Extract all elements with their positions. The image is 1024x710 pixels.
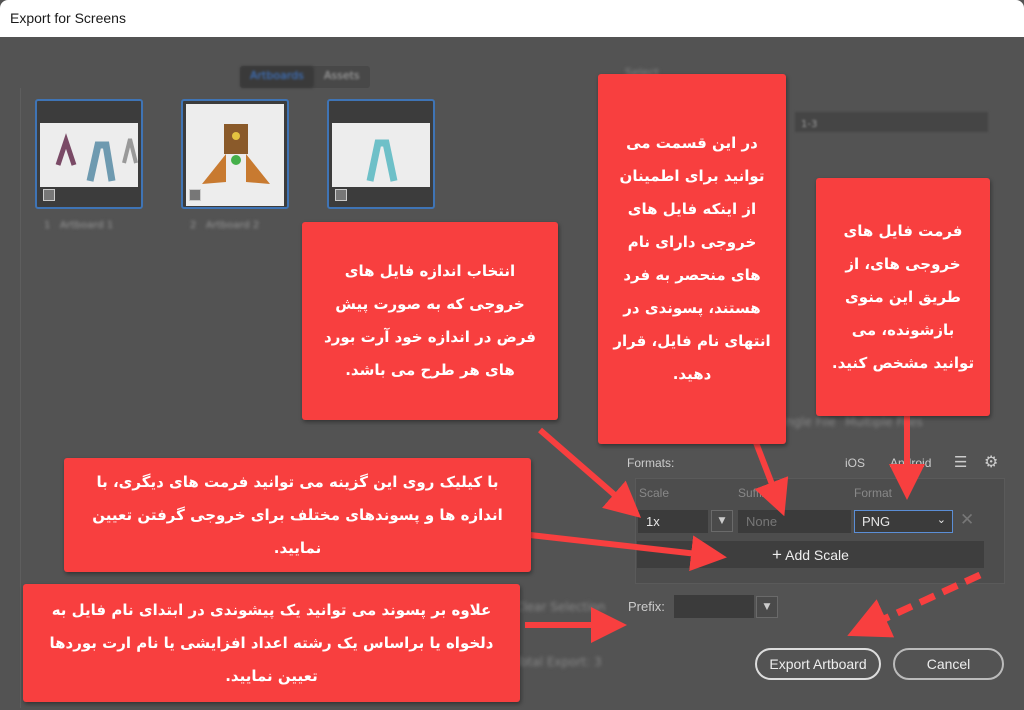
total-export-label: Total Export: 3 xyxy=(515,655,602,669)
tab-assets[interactable]: Assets xyxy=(314,66,370,88)
scale-column-header: Scale xyxy=(639,486,670,500)
format-column-header: Format xyxy=(854,486,893,500)
callout-prefix: علاوه بر پسوند می توانید یک پیشوندی در ا… xyxy=(23,584,520,702)
tab-artboards[interactable]: Artboards xyxy=(240,66,314,88)
title-bar: Export for Screens xyxy=(0,0,1024,37)
cancel-button[interactable]: Cancel xyxy=(893,648,1004,680)
callout-scale: انتخاب اندازه فایل های خروجی که به صورت … xyxy=(302,222,558,420)
artboard-thumbnail[interactable] xyxy=(327,99,435,209)
artboard-preview-icon xyxy=(366,139,398,182)
suffix-input[interactable]: None xyxy=(738,510,851,533)
artboard-checkbox[interactable] xyxy=(43,189,55,201)
formats-label: Formats: xyxy=(627,456,675,470)
prefix-label: Prefix: xyxy=(628,599,665,614)
artboard-thumbnail[interactable] xyxy=(35,99,143,209)
prefix-input[interactable] xyxy=(674,595,754,618)
artboard-preview-icon xyxy=(55,133,138,182)
plus-icon: + xyxy=(772,545,782,564)
scale-input[interactable]: 1x xyxy=(638,510,708,533)
prefix-dropdown-button[interactable]: ▼ xyxy=(756,596,778,618)
range-field[interactable]: 1-3 xyxy=(795,112,988,132)
format-select[interactable]: PNG ⌄ xyxy=(854,510,953,533)
callout-format: فرمت فایل های خروجی های، از طریق این منو… xyxy=(816,178,990,416)
chevron-down-icon: ⌄ xyxy=(936,514,946,526)
ios-preset[interactable]: iOS xyxy=(845,456,865,470)
list-icon[interactable]: ☰ xyxy=(954,453,967,471)
callout-add-scale: با کیلیک روی این گزینه می توانید فرمت ها… xyxy=(64,458,531,572)
android-preset[interactable]: Android xyxy=(890,456,931,470)
artboard-label: 1 Artboard 1 xyxy=(44,220,114,231)
artboard-label: 2 Artboard 2 xyxy=(190,220,260,231)
export-artboard-button[interactable]: Export Artboard xyxy=(755,648,881,680)
clear-selection-link[interactable]: Clear Selection xyxy=(515,600,606,614)
window-title: Export for Screens xyxy=(10,10,126,26)
tab-bar: Artboards Assets xyxy=(240,66,370,88)
gear-icon[interactable]: ⚙ xyxy=(984,452,998,471)
callout-suffix: در این قسمت می توانید برای اطمینان از ای… xyxy=(598,74,786,444)
artboard-checkbox[interactable] xyxy=(335,189,347,201)
multiple-files-option[interactable]: Multiple Files xyxy=(845,415,923,429)
artboard-preview-icon xyxy=(202,124,270,184)
remove-format-icon[interactable]: ✕ xyxy=(960,510,974,530)
scale-dropdown-button[interactable]: ▼ xyxy=(711,510,733,532)
artboard-thumbnail[interactable] xyxy=(181,99,289,209)
artboard-checkbox[interactable] xyxy=(189,189,201,201)
suffix-column-header: Suffix xyxy=(738,486,768,500)
add-scale-button[interactable]: + Add Scale xyxy=(637,541,984,568)
